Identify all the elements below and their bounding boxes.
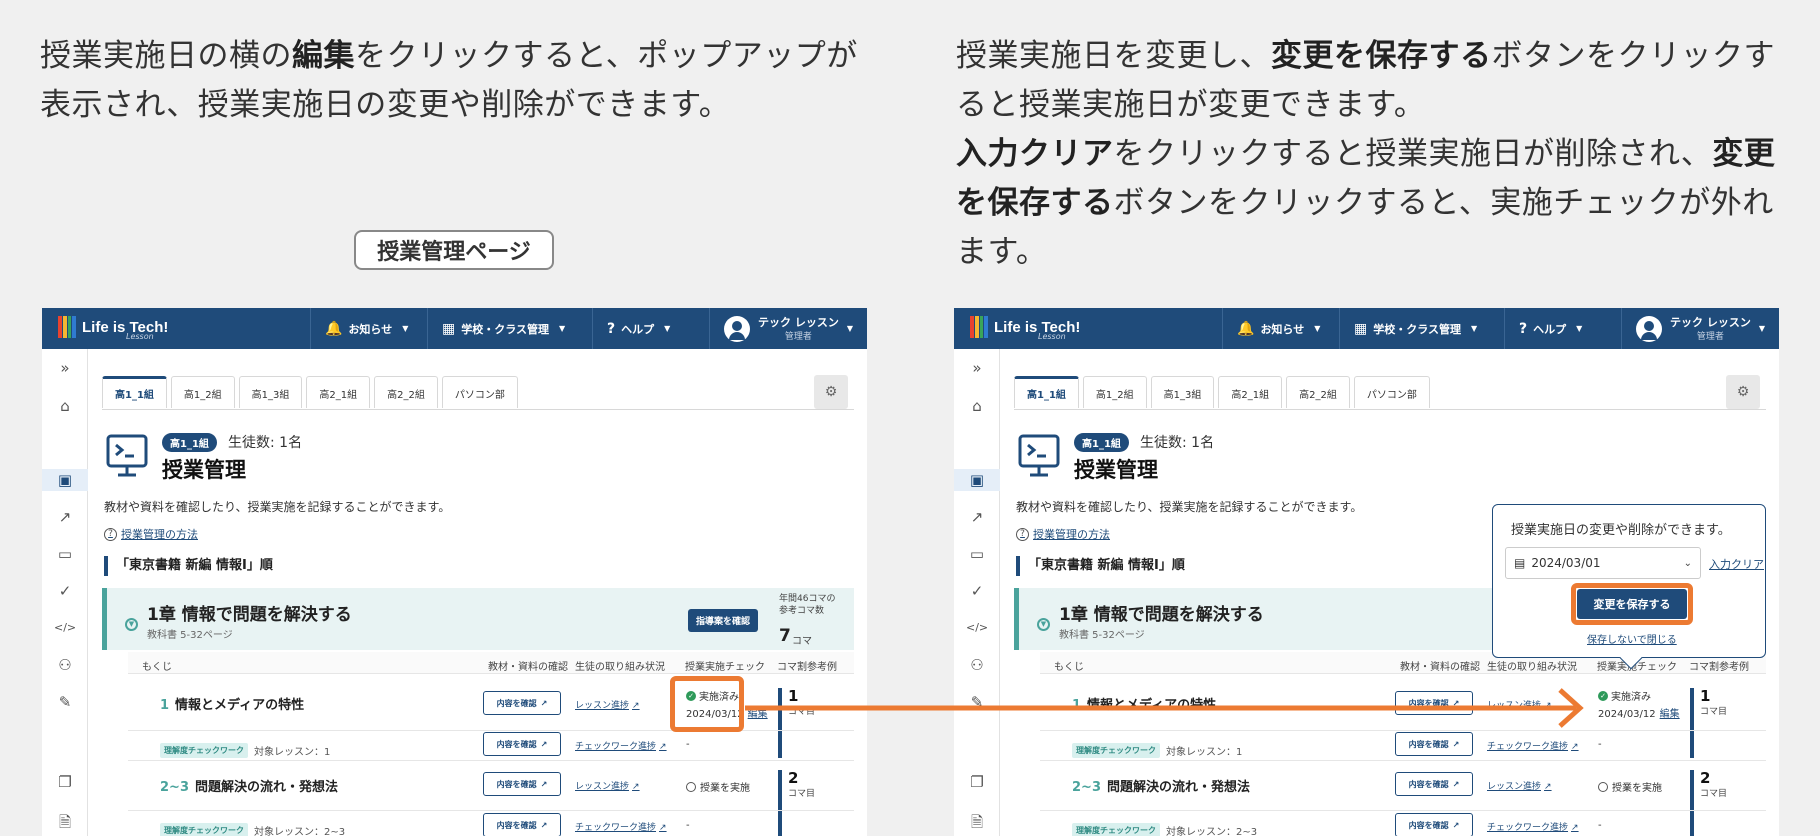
transition-arrow <box>745 688 1584 728</box>
